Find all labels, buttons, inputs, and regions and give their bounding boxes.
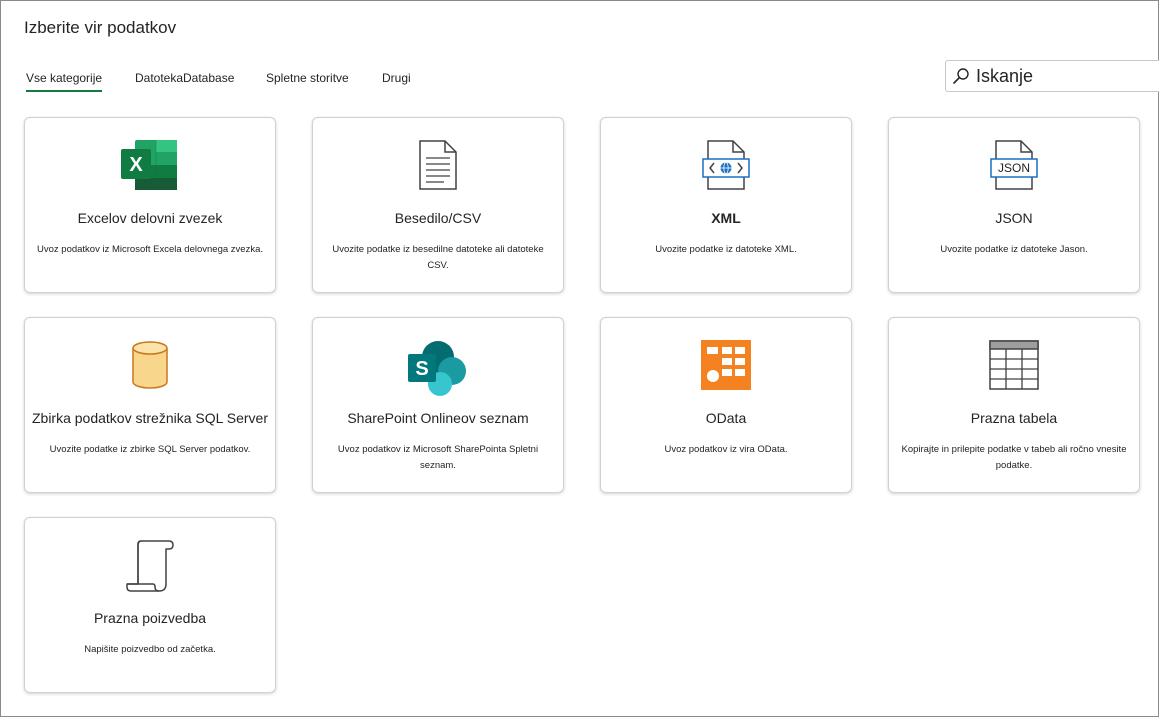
card-description: Napišite poizvedbo od začetka. [84, 644, 216, 655]
card-title: Zbirka podatkov strežnika SQL Server [31, 410, 269, 426]
table-icon [989, 340, 1039, 390]
card-description: Kopirajte in prilepite podatke v tabeb a… [901, 444, 1127, 471]
card-description: Uvoz podatkov iz Microsoft SharePointa S… [337, 444, 539, 471]
svg-text:S: S [415, 358, 428, 380]
sharepoint-icon: S [408, 341, 466, 396]
tab-file[interactable]: Datoteka [135, 71, 183, 85]
dialog-frame: Izberite vir podatkov Vse kategorije Dat… [0, 0, 1159, 717]
search-icon [953, 68, 969, 84]
scroll-icon [126, 540, 174, 592]
card-title: Prazna tabela [970, 410, 1058, 426]
card-sql-server[interactable]: Zbirka podatkov strežnika SQL Server Uvo… [24, 317, 276, 493]
card-excel-workbook[interactable]: X Excelov delovni zvezek Uvoz podatkov i… [24, 117, 276, 293]
card-description: Uvozite podatke iz zbirke SQL Server pod… [49, 444, 251, 455]
tab-online-services[interactable]: Spletne storitve [266, 71, 349, 85]
database-icon [132, 341, 168, 389]
excel-icon: X [121, 140, 177, 190]
card-blank-table[interactable]: Prazna tabela Kopirajte in prilepite pod… [888, 317, 1140, 493]
card-description: Uvoz podatkov iz vira OData. [664, 444, 788, 455]
tab-other[interactable]: Drugi [382, 71, 411, 85]
card-title: Prazna poizvedba [93, 610, 207, 626]
card-description: Uvozite podatke iz datoteke Jason. [940, 244, 1088, 255]
card-text-csv[interactable]: Besedilo/CSV Uvozite podatke iz besediln… [312, 117, 564, 293]
svg-text:X: X [129, 154, 143, 176]
card-description: Uvoz podatkov iz Microsoft Excela delovn… [37, 244, 263, 255]
card-description: Uvozite podatke iz besedilne datoteke al… [332, 244, 544, 271]
tab-all-categories[interactable]: Vse kategorije [26, 71, 103, 92]
card-title: Besedilo/CSV [394, 210, 482, 226]
search-input[interactable] [976, 64, 1156, 88]
svg-text:JSON: JSON [998, 161, 1030, 175]
card-title: JSON [995, 210, 1033, 226]
dialog-title: Izberite vir podatkov [24, 18, 177, 37]
card-title: SharePoint Onlineov seznam [347, 410, 529, 426]
tab-database[interactable]: Database [183, 71, 234, 85]
card-xml[interactable]: XML Uvozite podatke iz datoteke XML. [600, 117, 852, 293]
card-description: Uvozite podatke iz datoteke XML. [655, 244, 797, 255]
card-sharepoint-list[interactable]: S SharePoint Onlineov seznam Uvoz podatk… [312, 317, 564, 493]
json-file-icon: JSON [990, 140, 1038, 190]
card-json[interactable]: JSON JSON Uvozite podatke iz datoteke Ja… [888, 117, 1140, 293]
odata-icon [701, 340, 751, 390]
card-odata[interactable]: OData Uvoz podatkov iz vira OData. [600, 317, 852, 493]
card-title: OData [705, 410, 747, 426]
text-file-icon [419, 140, 457, 190]
search-box[interactable] [945, 60, 1159, 92]
xml-file-icon [702, 140, 750, 190]
card-blank-query[interactable]: Prazna poizvedba Napišite poizvedbo od z… [24, 517, 276, 693]
card-title: Excelov delovni zvezek [77, 210, 223, 226]
card-title: XML [711, 210, 741, 226]
